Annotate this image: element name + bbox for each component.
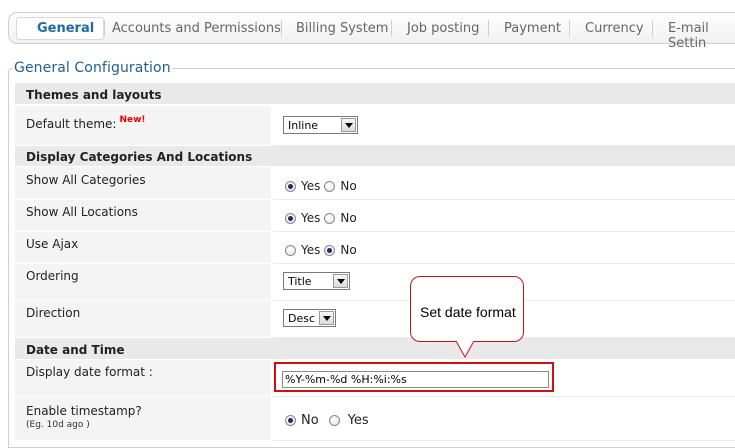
enable-timestamp-radio-group: No Yes bbox=[285, 413, 373, 428]
use-ajax-label: Use Ajax bbox=[26, 237, 79, 251]
row-show-all-locations: Show All Locations Yes No bbox=[15, 200, 735, 232]
chevron-down-icon bbox=[333, 274, 348, 288]
radio-yes[interactable] bbox=[285, 244, 296, 256]
tab-separator bbox=[391, 20, 392, 37]
select-value: Desc bbox=[288, 312, 316, 325]
section-title: Display Categories And Locations bbox=[26, 150, 253, 164]
ordering-select[interactable]: Title bbox=[283, 272, 350, 290]
label-cell: Use Ajax bbox=[15, 232, 271, 264]
show-all-categories-label: Show All Categories bbox=[26, 173, 146, 187]
radio-yes[interactable] bbox=[285, 180, 296, 192]
default-theme-select[interactable]: Inline bbox=[283, 116, 358, 134]
radio-label-yes: Yes bbox=[347, 413, 369, 428]
label-cell: Direction bbox=[15, 301, 271, 338]
label-cell: Show All Locations bbox=[15, 200, 271, 232]
tab-separator bbox=[104, 20, 105, 37]
direction-label: Direction bbox=[26, 306, 81, 320]
tab-general[interactable]: General bbox=[37, 21, 94, 36]
tab-job-posting[interactable]: Job posting bbox=[407, 21, 479, 36]
default-theme-label-text: Default theme: bbox=[26, 117, 117, 131]
radio-label-yes: Yes bbox=[301, 179, 321, 193]
radio-no[interactable] bbox=[285, 415, 296, 426]
display-date-format-label: Display date format : bbox=[26, 365, 153, 379]
select-value: Title bbox=[288, 275, 312, 288]
radio-yes[interactable] bbox=[328, 415, 340, 426]
tab-payment[interactable]: Payment bbox=[504, 21, 561, 36]
label-cell: Display date format : bbox=[15, 360, 271, 397]
section-datetime: Date and Time bbox=[15, 338, 735, 360]
tab-separator bbox=[488, 20, 489, 37]
date-format-input[interactable] bbox=[282, 371, 549, 388]
section-title: Date and Time bbox=[26, 343, 125, 357]
callout-tail bbox=[455, 340, 475, 359]
use-ajax-radio-group: Yes No bbox=[285, 243, 361, 257]
radio-label-yes: Yes bbox=[301, 211, 321, 225]
section-themes: Themes and layouts bbox=[15, 83, 735, 105]
tab-separator bbox=[652, 20, 653, 37]
row-ordering: Ordering Title bbox=[15, 264, 735, 301]
show-all-categories-radio-group: Yes No bbox=[285, 179, 361, 193]
fieldset-legend: General Configuration bbox=[13, 60, 172, 76]
direction-select[interactable]: Desc bbox=[283, 309, 336, 327]
tab-billing-system[interactable]: Billing System bbox=[296, 21, 388, 36]
radio-label-no: No bbox=[301, 413, 319, 428]
radio-no[interactable] bbox=[324, 212, 336, 224]
radio-no[interactable] bbox=[324, 180, 336, 192]
label-cell: Ordering bbox=[15, 264, 271, 301]
section-title: Themes and layouts bbox=[26, 88, 162, 102]
select-value: Inline bbox=[288, 119, 319, 132]
row-direction: Direction Desc bbox=[15, 301, 735, 338]
chevron-down-icon bbox=[341, 118, 356, 132]
radio-label-no: No bbox=[340, 211, 357, 225]
tab-currency[interactable]: Currency bbox=[585, 21, 644, 36]
tab-accounts-permissions[interactable]: Accounts and Permissions bbox=[112, 21, 281, 36]
radio-label-no: No bbox=[340, 179, 357, 193]
row-use-ajax: Use Ajax Yes No bbox=[15, 232, 735, 264]
ordering-label: Ordering bbox=[26, 269, 79, 283]
label-cell: Enable timestamp? (Eg. 10d ago ) bbox=[15, 397, 271, 441]
show-all-locations-radio-group: Yes No bbox=[285, 211, 361, 225]
tab-separator bbox=[281, 20, 282, 37]
show-all-locations-label: Show All Locations bbox=[26, 205, 138, 219]
enable-timestamp-hint: (Eg. 10d ago ) bbox=[26, 420, 90, 430]
callout-text: Set date format bbox=[420, 304, 516, 320]
label-cell: Default theme: New! bbox=[15, 106, 271, 146]
tab-email-settings[interactable]: E-mail Settin bbox=[668, 21, 735, 51]
enable-timestamp-label: Enable timestamp? bbox=[26, 404, 142, 418]
row-default-theme: Default theme: New! Inline bbox=[15, 106, 735, 146]
chevron-down-icon bbox=[319, 311, 334, 325]
new-badge: New! bbox=[119, 115, 146, 125]
radio-label-no: No bbox=[340, 243, 357, 257]
section-display: Display Categories And Locations bbox=[15, 146, 735, 167]
row-show-all-categories: Show All Categories Yes No bbox=[15, 167, 735, 200]
radio-label-yes: Yes bbox=[301, 243, 321, 257]
tab-separator bbox=[569, 20, 570, 37]
label-cell: Show All Categories bbox=[15, 167, 271, 200]
radio-yes[interactable] bbox=[285, 212, 296, 224]
default-theme-label: Default theme: New! bbox=[26, 115, 146, 131]
row-enable-timestamp: Enable timestamp? (Eg. 10d ago ) No Yes bbox=[15, 397, 735, 441]
callout-bubble: Set date format bbox=[410, 276, 524, 342]
radio-no[interactable] bbox=[324, 244, 336, 256]
tab-bar: General Accounts and Permissions Billing… bbox=[8, 12, 735, 51]
